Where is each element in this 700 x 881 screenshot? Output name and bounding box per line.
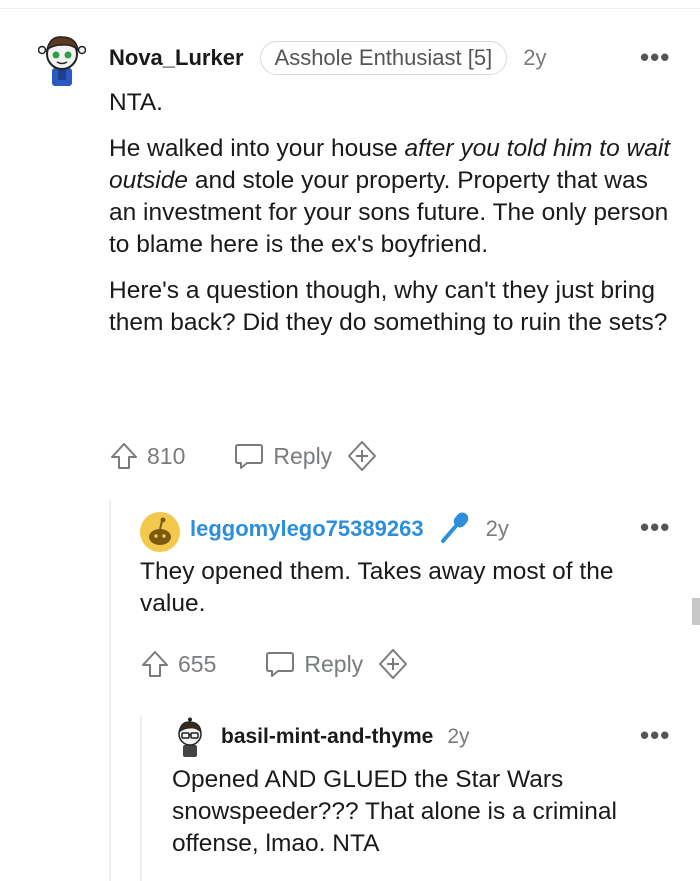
- microphone-icon: [440, 511, 468, 543]
- vote-count: 810: [147, 442, 186, 469]
- user-avatar[interactable]: [37, 30, 87, 88]
- comment-actions: 810 Reply: [109, 439, 378, 473]
- comment-age: 2y: [447, 725, 470, 748]
- comment-body: Opened AND GLUED the Star Wars snowspeed…: [172, 764, 682, 874]
- reply-button[interactable]: Reply: [264, 649, 363, 679]
- default-snoo-icon: [140, 512, 180, 552]
- user-avatar[interactable]: [140, 512, 180, 552]
- upvote-button[interactable]: 655: [140, 649, 216, 679]
- more-options-icon[interactable]: •••: [640, 514, 670, 540]
- award-button[interactable]: [377, 648, 409, 680]
- reply-bubble-icon: [266, 652, 295, 677]
- comment-header: basil-mint-and-thyme 2y: [221, 722, 470, 752]
- more-options-icon[interactable]: •••: [640, 722, 670, 748]
- upvote-button[interactable]: 810: [109, 441, 185, 471]
- comment-actions: 655 Reply: [140, 647, 409, 681]
- comment-age: 2y: [485, 516, 509, 541]
- award-button[interactable]: [346, 440, 378, 472]
- more-options-icon[interactable]: •••: [640, 44, 670, 70]
- award-plus-icon: [348, 441, 377, 471]
- comment-paragraph: Here's a question though, why can't they…: [109, 277, 668, 336]
- comment-paragraph: Opened AND GLUED the Star Wars snowspeed…: [172, 766, 617, 857]
- comment-paragraph: They opened them. Takes away most of the…: [140, 558, 614, 617]
- reply-button[interactable]: Reply: [233, 441, 332, 471]
- vote-count: 655: [178, 650, 217, 677]
- reply-label: Reply: [273, 442, 333, 469]
- user-avatar[interactable]: [172, 717, 208, 759]
- top-divider: [0, 8, 700, 9]
- comment-age: 2y: [523, 45, 547, 70]
- reply-label: Reply: [304, 650, 364, 677]
- snoo-avatar-icon: [37, 36, 87, 86]
- reply-bubble-icon: [235, 444, 264, 469]
- comment-body: They opened them. Takes away most of the…: [140, 556, 680, 634]
- upvote-arrow-icon: [111, 443, 137, 469]
- upvote-arrow-icon: [142, 651, 168, 677]
- user-flair: Asshole Enthusiast [5]: [259, 41, 508, 75]
- comment-paragraph: NTA.: [109, 89, 163, 116]
- award-plus-icon: [379, 649, 408, 679]
- thread-line[interactable]: [140, 716, 142, 881]
- snoo-avatar-icon: [178, 717, 202, 757]
- username-link[interactable]: leggomylego75389263: [190, 516, 424, 542]
- username-link[interactable]: basil-mint-and-thyme: [221, 725, 433, 749]
- scrollbar[interactable]: [692, 598, 700, 625]
- username-link[interactable]: Nova_Lurker: [109, 45, 244, 71]
- comment-body: NTA. He walked into your house after you…: [109, 87, 679, 353]
- comment-paragraph: He walked into your house after you told…: [109, 135, 671, 258]
- user-badge: [438, 510, 472, 549]
- thread-line[interactable]: [109, 500, 111, 881]
- comment-header: Nova_Lurker Asshole Enthusiast [5] 2y: [109, 40, 546, 76]
- comment-header: leggomylego75389263 2y: [190, 511, 509, 545]
